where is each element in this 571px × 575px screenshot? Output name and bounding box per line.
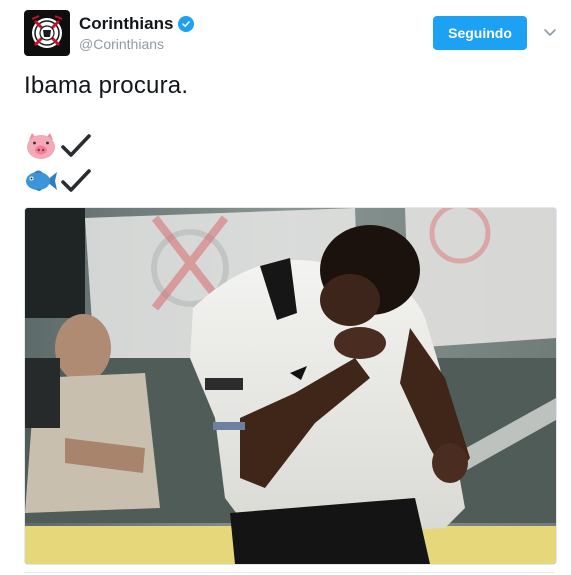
chevron-down-icon[interactable] [542,24,558,40]
emoji-line-pig [24,131,92,161]
display-name[interactable]: Corinthians [79,14,173,34]
emoji-line-fish [24,166,92,196]
divider [24,572,555,573]
avatar[interactable] [24,10,70,56]
account-handle[interactable]: @Corinthians [79,36,194,52]
name-row: Corinthians [79,14,195,34]
check-mark-icon [61,169,91,192]
tweet-photo[interactable] [24,207,557,565]
tweet-header: Corinthians @Corinthians Seguindo [24,10,559,58]
verified-badge-icon [178,16,195,32]
fish-icon [26,170,57,191]
account-names: Corinthians @Corinthians [79,14,195,52]
tweet-text: Ibama procura. [24,72,189,99]
player-photo-icon [25,208,556,564]
check-mark-icon [61,134,91,157]
corinthians-crest-icon [31,15,63,48]
pig-face-icon [27,133,55,159]
following-button[interactable]: Seguindo [433,16,527,50]
